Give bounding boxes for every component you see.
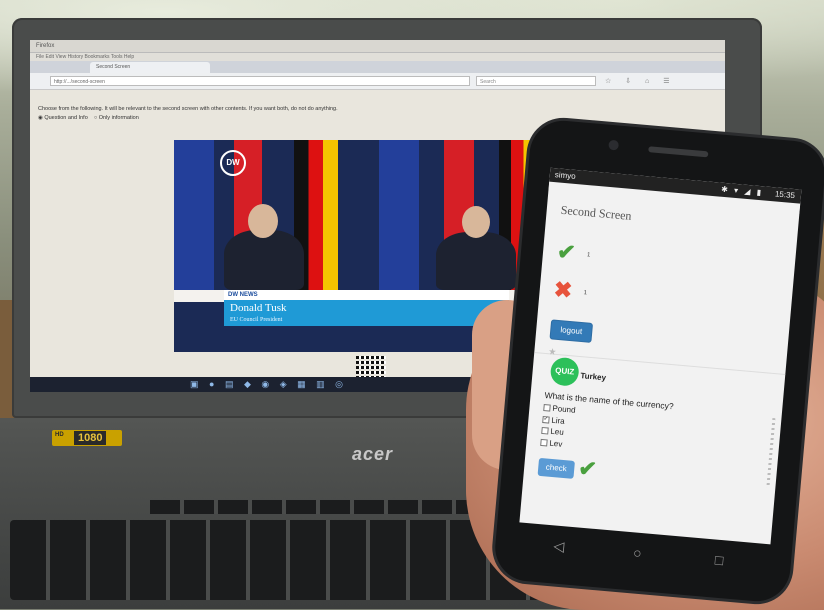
eu-flag-2 [379, 140, 419, 290]
carrier-label: simyo [554, 170, 577, 181]
speaker-left-head [248, 204, 278, 238]
checkmark-icon: ✔ [556, 238, 577, 266]
checkbox[interactable] [543, 404, 551, 413]
star-icon[interactable]: ★ [548, 346, 557, 358]
browser-tab[interactable]: Second Screen [90, 62, 210, 73]
speaker-left [224, 230, 304, 290]
page-prompt: Choose from the following. It will be re… [38, 106, 338, 112]
correct-count: 1 [586, 252, 591, 259]
radio-only-info[interactable]: ○ Only information [94, 115, 139, 121]
hd-label: HD [55, 432, 64, 438]
window-title: Firefox [30, 40, 725, 53]
smartphone: simyo ✱ ▾ ◢ ▮ 15:35 Second Screen ✔ 1 ✖ … [492, 117, 824, 605]
checkbox[interactable] [541, 427, 549, 435]
speaker-role: EU Council President [224, 316, 509, 326]
url-input[interactable]: http://.../second-screen [50, 76, 470, 86]
search-input[interactable]: Search [476, 76, 596, 86]
eu-flag [174, 140, 214, 290]
hd-resolution: 1080 [74, 431, 107, 445]
scroll-indicator[interactable] [766, 418, 776, 489]
checkbox-checked[interactable]: ✓ [542, 415, 550, 424]
recents-icon[interactable]: □ [714, 552, 724, 569]
speaker-name: Donald Tusk [224, 300, 509, 316]
radio-question-info[interactable]: ◉ Question and Info [38, 115, 88, 121]
earpiece-speaker [648, 146, 709, 158]
laptop-brand-logo: acer [352, 444, 394, 464]
keyboard [10, 520, 550, 600]
front-camera [608, 139, 620, 151]
wrong-count: 1 [583, 290, 588, 297]
hd-sticker: HD 1080 [52, 430, 122, 446]
checkbox[interactable] [540, 438, 548, 447]
logout-button[interactable]: logout [549, 319, 594, 343]
status-time: 15:35 [774, 189, 796, 201]
menu-bar[interactable]: File Edit View History Bookmarks Tools H… [30, 53, 725, 61]
radio-group: ◉ Question and Info ○ Only information [38, 115, 139, 121]
home-icon[interactable]: ○ [633, 544, 643, 561]
nav-toolbar: http://.../second-screen Search ☆ ⇩ ⌂ ☰ [30, 73, 725, 90]
quiz-topic: Turkey [580, 371, 607, 383]
quiz-options: Pound ✓ Lira Leu Lev [540, 402, 576, 451]
lower-third: DW NEWS Donald Tusk EU Council President [224, 290, 509, 326]
back-icon[interactable]: ◁ [553, 537, 565, 555]
speaker-right [436, 232, 516, 290]
check-button[interactable]: check [537, 457, 575, 479]
toolbar-icons[interactable]: ☆ ⇩ ⌂ ☰ [605, 77, 675, 85]
dw-logo: DW [220, 150, 246, 176]
speaker-right-head [462, 206, 490, 238]
correct-row: ✔ 1 [556, 238, 795, 285]
lower-third-tag: DW NEWS [224, 290, 509, 300]
tab-bar: Second Screen [30, 61, 725, 73]
option-lev[interactable]: Lev [540, 436, 573, 450]
wrong-row: ✖ 1 [552, 276, 792, 323]
checkmark-icon: ✔ [577, 455, 598, 482]
cross-icon: ✖ [552, 276, 574, 304]
phone-screen: simyo ✱ ▾ ◢ ▮ 15:35 Second Screen ✔ 1 ✖ … [519, 167, 802, 545]
quiz-logo: QUIZ [549, 356, 580, 387]
taskbar-icons[interactable]: ▣ ● ▤ ◆ ◉ ◈ ▦ ▥ ◎ [190, 379, 347, 390]
